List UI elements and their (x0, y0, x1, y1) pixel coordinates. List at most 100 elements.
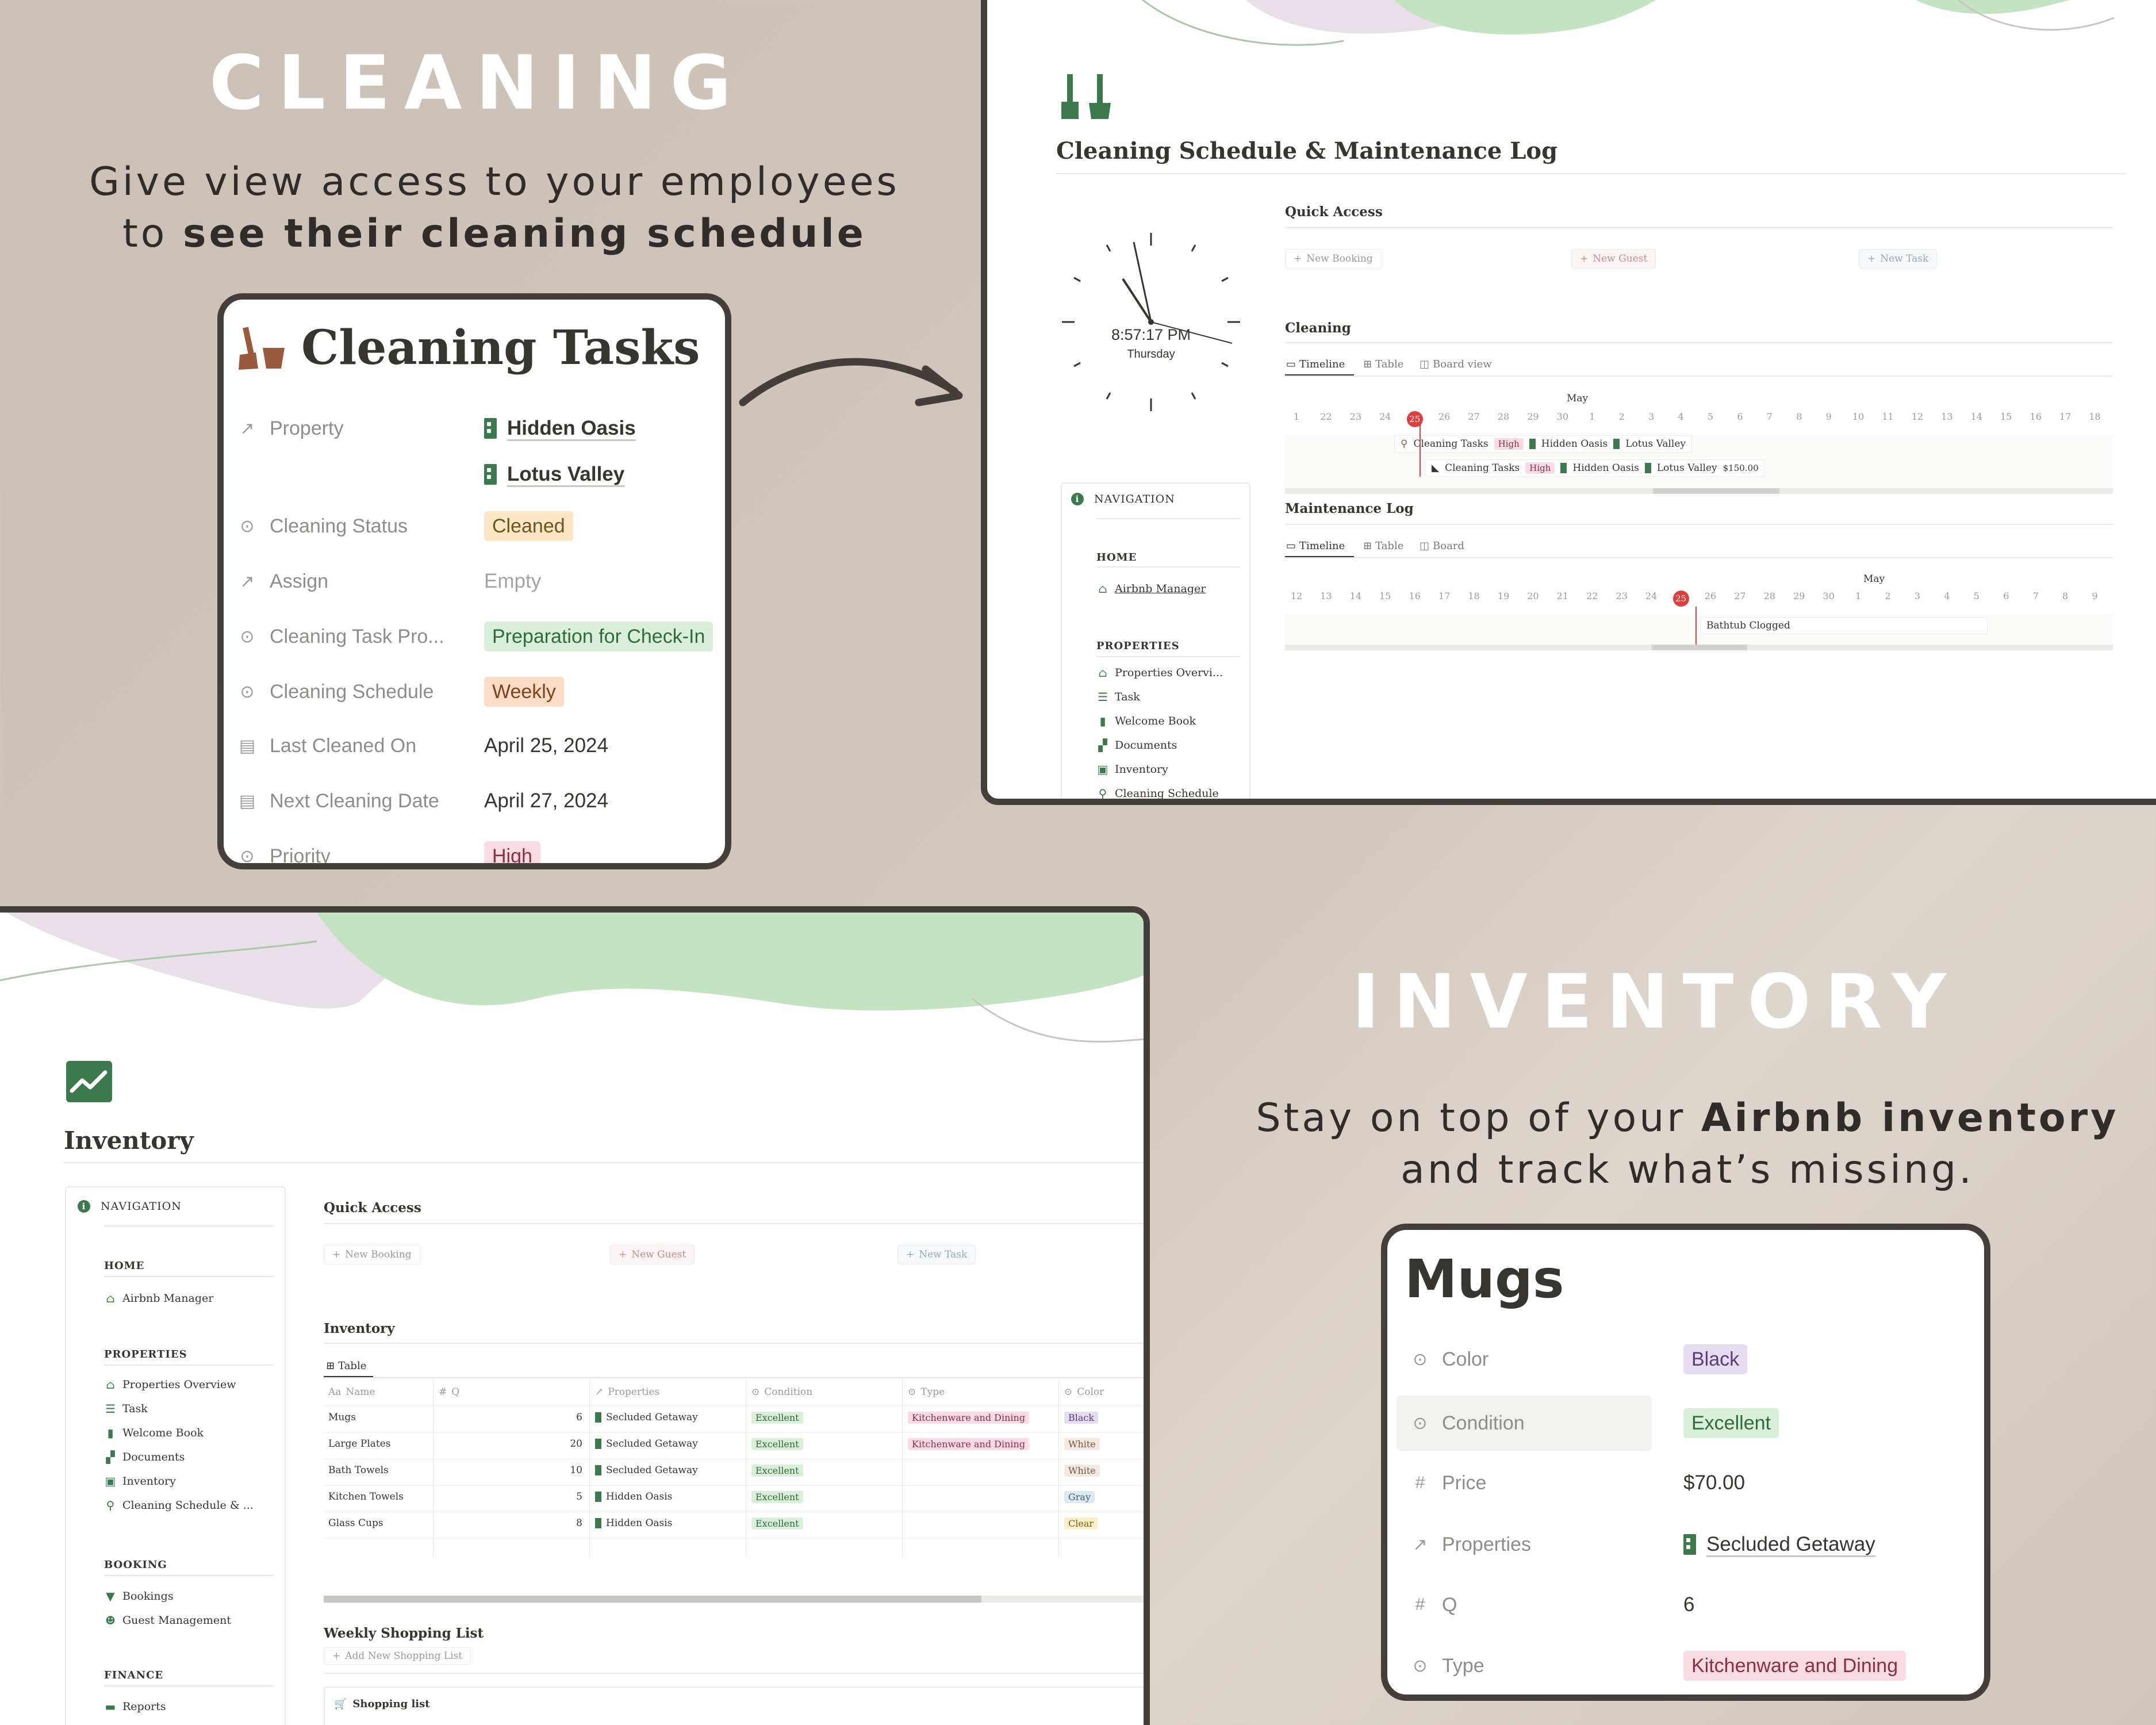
prop-value-property-1[interactable]: Hidden Oasis (484, 417, 636, 440)
prop-row-last-cleaned[interactable]: ▤ Last Cleaned On April 25, 2024 (224, 723, 725, 769)
inventory-window[interactable]: Inventory i NAVIGATION HOME ⌂ Airbnb Manag… (0, 906, 1150, 1725)
status-tag[interactable]: Cleaned (484, 511, 573, 541)
table-row[interactable]: Large Plates 20 Secluded Getaway Excelle… (324, 1432, 1144, 1459)
nav-item-cleaning-schedule[interactable]: ⚲ Cleaning Schedule & ... (104, 1499, 254, 1512)
prop-row-priority[interactable]: ⊙ Priority High (224, 833, 725, 863)
new-task-button[interactable]: + New Task (1859, 249, 1938, 269)
nav-item-welcome-book[interactable]: ▮ Welcome Book (1096, 715, 1196, 727)
prop-row-properties[interactable]: ↗ Properties Secluded Getaway (1387, 1521, 1984, 1567)
nav-item-reports[interactable]: ▬ Reports (104, 1700, 166, 1713)
timeline-item-cleaning-1[interactable]: ⚲ Cleaning Tasks High Hidden Oasis Lotus… (1394, 435, 1693, 453)
prop-row-next-cleaning[interactable]: ▤ Next Cleaning Date April 27, 2024 (224, 778, 725, 824)
nav-item-task[interactable]: ☰ Task (1096, 691, 1140, 703)
col-header-q[interactable]: # Q (439, 1386, 459, 1398)
tab-timeline[interactable]: ▭ Timeline (1286, 358, 1345, 370)
table-row[interactable]: Glass Cups 8 Hidden Oasis Excellent Clea… (324, 1512, 1144, 1538)
prop-row-condition[interactable]: ⊙ Condition Excellent (1387, 1400, 1984, 1446)
cell-property[interactable]: Secluded Getaway (595, 1465, 698, 1476)
nav-item-task[interactable]: ☰ Task (104, 1402, 148, 1415)
maint-scrollbar[interactable] (1285, 645, 2113, 650)
info-icon: i (1071, 493, 1084, 505)
q-value[interactable]: 6 (1683, 1593, 1694, 1616)
tab-table[interactable]: ⊞ Table (326, 1360, 366, 1372)
timeline-item-bathtub[interactable]: Bathtub Clogged (1700, 617, 1988, 634)
cell-property[interactable]: Hidden Oasis (595, 1491, 672, 1502)
nav-item-documents[interactable]: ▞ Documents (104, 1451, 185, 1463)
broom-icon (236, 325, 288, 371)
tab-maint-table[interactable]: ⊞ Table (1363, 540, 1403, 552)
prop-row-type[interactable]: ⊙ Type Kitchenware and Dining (1387, 1643, 1984, 1689)
tab-maint-board[interactable]: ◫ Board (1420, 540, 1464, 552)
prop-row-cleaning-schedule[interactable]: ⊙ Cleaning Schedule Weekly (224, 669, 725, 715)
table-scrollbar[interactable] (324, 1596, 1144, 1603)
col-header-name[interactable]: Aa Name (328, 1386, 375, 1398)
table-row[interactable]: Bath Towels 10 Secluded Getaway Excellen… (324, 1459, 1144, 1485)
tab-maint-timeline[interactable]: ▭ Timeline (1286, 540, 1345, 552)
condition-tag[interactable]: Excellent (1683, 1408, 1779, 1438)
prop-row-assign[interactable]: ↗ Assign Empty (224, 558, 725, 604)
property-link[interactable]: Secluded Getaway (1683, 1533, 1875, 1556)
schedule-tag[interactable]: Weekly (484, 677, 564, 707)
table-row[interactable]: Mugs 6 Secluded Getaway Excellent Kitche… (324, 1406, 1144, 1432)
timeline-scrollbar[interactable] (1285, 488, 2113, 494)
cleaning-tasks-card[interactable]: Cleaning Tasks ↗ Property Hidden Oasis L… (217, 293, 731, 869)
shopping-list-card[interactable]: 🛒 Shopping list (324, 1686, 1144, 1725)
price-value[interactable]: $70.00 (1683, 1471, 1745, 1494)
nav-item-welcome-book[interactable]: ▮ Welcome Book (104, 1427, 204, 1439)
schedule-window[interactable]: Cleaning Schedule & Maintenance Log 8:57… (981, 0, 2156, 805)
prop-row-task-procedure[interactable]: ⊙ Cleaning Task Pro... Preparation for C… (224, 614, 725, 660)
page-title: Cleaning Schedule & Maintenance Log (1056, 137, 1558, 164)
procedure-tag[interactable]: Preparation for Check-In (484, 622, 713, 651)
new-guest-button[interactable]: + New Guest (610, 1245, 695, 1264)
board-icon: ◫ (1420, 540, 1430, 552)
mugs-card[interactable]: Mugs ⊙ Color Black ⊙ Condition Excellent… (1381, 1224, 1990, 1701)
prop-row-property[interactable]: ↗ Property Hidden Oasis (224, 405, 725, 451)
table-scrollbar-thumb[interactable] (324, 1596, 981, 1603)
new-booking-button[interactable]: + New Booking (324, 1245, 420, 1264)
prop-row-q[interactable]: # Q 6 (1387, 1582, 1984, 1628)
prop-row-cleaning-status[interactable]: ⊙ Cleaning Status Cleaned (224, 503, 725, 549)
table-row[interactable]: Kitchen Towels 5 Hidden Oasis Excellent … (324, 1485, 1144, 1512)
prop-row-property-2[interactable]: Lotus Valley (224, 451, 725, 497)
nav-item-inventory[interactable]: ▣ Inventory (104, 1475, 176, 1488)
nav-item-inventory[interactable]: ▣ Inventory (1096, 763, 1168, 776)
col-header-properties[interactable]: ↗ Properties (595, 1386, 659, 1398)
priority-tag[interactable]: High (484, 841, 540, 863)
color-tag[interactable]: Black (1683, 1344, 1748, 1374)
nav-item-documents[interactable]: ▞ Documents (1096, 739, 1177, 752)
nav-item-properties-overview[interactable]: ⌂ Properties Overvi... (1096, 666, 1223, 679)
nav-item-cleaning-schedule[interactable]: ⚲ Cleaning Schedule (1096, 787, 1219, 799)
nav-item-properties-overview[interactable]: ⌂ Properties Overview (104, 1378, 236, 1391)
shopping-list-item[interactable]: 🛒 Shopping list (334, 1698, 430, 1710)
new-task-button[interactable]: + New Task (897, 1245, 976, 1264)
prop-value-property-2[interactable]: Lotus Valley (484, 463, 624, 486)
timeline-scrollbar-thumb[interactable] (1653, 488, 1779, 494)
maint-scrollbar-thumb[interactable] (1652, 645, 1747, 650)
add-shopping-list-button[interactable]: + Add New Shopping List (324, 1647, 471, 1665)
col-header-condition[interactable]: ⊙ Condition (751, 1386, 812, 1398)
prop-row-color[interactable]: ⊙ Color Black (1387, 1336, 1984, 1382)
timeline-day: 23 (1616, 591, 1628, 601)
cell-property[interactable]: Hidden Oasis (595, 1517, 672, 1529)
door-icon (1560, 463, 1567, 473)
timeline-item-cleaning-2[interactable]: ◣ Cleaning Tasks High Hidden Oasis Lotus… (1425, 459, 1765, 477)
nav-item-airbnb-manager[interactable]: ⌂ Airbnb Manager (1096, 582, 1206, 595)
cell-color: Gray (1064, 1491, 1095, 1503)
new-booking-button[interactable]: + New Booking (1285, 249, 1382, 269)
last-cleaned-date[interactable]: April 25, 2024 (484, 734, 608, 757)
cell-property[interactable]: Secluded Getaway (595, 1412, 698, 1423)
assign-value[interactable]: Empty (484, 570, 541, 593)
prop-row-price[interactable]: # Price $70.00 (1387, 1460, 1984, 1506)
col-header-type[interactable]: ⊙ Type (908, 1386, 945, 1398)
nav-item-bookings[interactable]: ▼ Bookings (104, 1590, 173, 1603)
type-tag[interactable]: Kitchenware and Dining (1683, 1651, 1906, 1681)
timeline-day: 18 (1468, 591, 1480, 601)
next-cleaning-date[interactable]: April 27, 2024 (484, 789, 608, 812)
col-header-color[interactable]: ⊙ Color (1064, 1386, 1104, 1398)
tab-table[interactable]: ⊞ Table (1363, 358, 1403, 370)
new-guest-button[interactable]: + New Guest (1571, 249, 1656, 269)
cell-property[interactable]: Secluded Getaway (595, 1438, 698, 1450)
nav-item-airbnb-manager[interactable]: ⌂ Airbnb Manager (104, 1292, 213, 1305)
nav-item-guest-management[interactable]: ☻ Guest Management (104, 1614, 231, 1627)
tab-board-view[interactable]: ◫ Board view (1420, 358, 1492, 370)
